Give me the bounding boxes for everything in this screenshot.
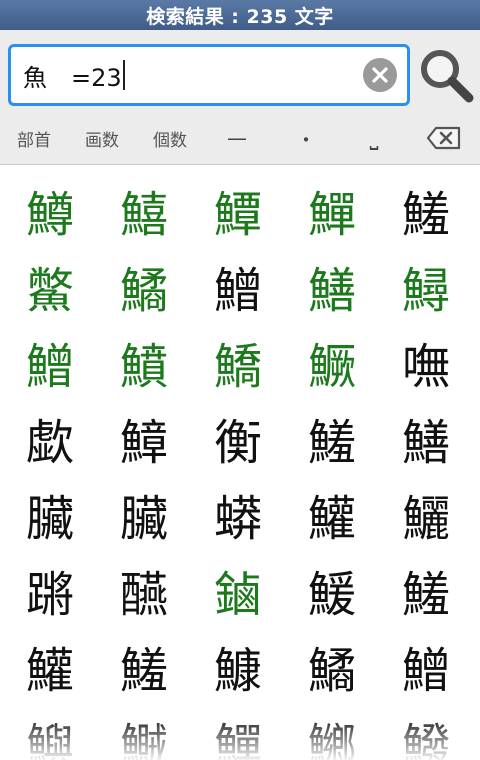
- result-kanji[interactable]: 歔: [2, 400, 98, 476]
- input-toolbar: 部首 画数 個数 — ・ ⎵: [0, 115, 480, 165]
- magnifier-icon: [421, 50, 474, 103]
- result-kanji[interactable]: 鱡: [96, 704, 192, 760]
- result-kanji[interactable]: 鱔: [284, 248, 380, 324]
- result-kanji[interactable]: 鱔: [378, 400, 474, 476]
- clear-button[interactable]: [363, 58, 397, 92]
- result-kanji[interactable]: 鱏: [190, 172, 286, 248]
- title-bar: 検索結果 : 235 文字: [0, 0, 480, 30]
- result-kanji[interactable]: 嘸: [378, 324, 474, 400]
- result-kanji[interactable]: 鱍: [378, 704, 474, 760]
- result-kanji[interactable]: 衡: [190, 400, 286, 476]
- result-kanji[interactable]: 鱺: [378, 476, 474, 552]
- dash-label: —: [227, 126, 247, 150]
- clear-icon: [372, 67, 388, 83]
- space-key[interactable]: ⎵: [348, 115, 400, 161]
- result-kanji[interactable]: 鱎: [190, 324, 286, 400]
- result-kanji[interactable]: 鰀: [284, 552, 380, 628]
- result-kanji[interactable]: 鱃: [284, 400, 380, 476]
- space-label: ⎵: [369, 125, 379, 151]
- search-query: 魚 =23: [23, 47, 125, 103]
- result-grid: 鱒鱚鱏鱓鱃鱉鱊鱛鱔鱘鱛鱝鱎鱖嘸歔鱆衡鱃鱔臟臟蟒鱹鱺蹡醼鏀鰀鱃鱹鱃鱇鱊鱛鱮鱡鱓鱜鱍: [0, 170, 480, 760]
- dot-label: ・: [296, 127, 316, 152]
- result-kanji[interactable]: 鱃: [96, 628, 192, 704]
- result-kanji[interactable]: 鱹: [284, 476, 380, 552]
- dot-key[interactable]: ・: [282, 115, 330, 161]
- result-kanji[interactable]: 蟒: [190, 476, 286, 552]
- result-kanji[interactable]: 鱃: [378, 172, 474, 248]
- search-input[interactable]: 魚 =23: [8, 44, 410, 106]
- result-kanji[interactable]: 鱝: [96, 324, 192, 400]
- result-kanji[interactable]: 鱒: [2, 172, 98, 248]
- result-kanji[interactable]: 鱆: [96, 400, 192, 476]
- result-kanji[interactable]: 鱮: [2, 704, 98, 760]
- result-kanji[interactable]: 蹡: [2, 552, 98, 628]
- result-kanji[interactable]: 鱘: [378, 248, 474, 324]
- result-kanji[interactable]: 鱓: [190, 704, 286, 760]
- bushu-label: 部首: [17, 130, 51, 151]
- kakusu-button[interactable]: 画数: [74, 115, 130, 161]
- result-kanji[interactable]: 臟: [96, 476, 192, 552]
- search-button[interactable]: [416, 44, 476, 106]
- result-count-title: 検索結果 : 235 文字: [146, 5, 334, 28]
- result-kanji[interactable]: 鱛: [378, 628, 474, 704]
- kosu-button[interactable]: 個数: [142, 115, 198, 161]
- dash-key[interactable]: —: [212, 115, 262, 161]
- backspace-button[interactable]: [418, 115, 470, 161]
- result-kanji[interactable]: 鱊: [284, 628, 380, 704]
- backspace-icon: [426, 126, 461, 150]
- result-kanji[interactable]: 鱇: [190, 628, 286, 704]
- result-kanji[interactable]: 鱛: [2, 324, 98, 400]
- result-kanji[interactable]: 鱖: [284, 324, 380, 400]
- result-kanji[interactable]: 醼: [96, 552, 192, 628]
- result-kanji[interactable]: 臟: [2, 476, 98, 552]
- result-kanji[interactable]: 鱛: [190, 248, 286, 324]
- kakusu-label: 画数: [85, 130, 119, 151]
- result-kanji[interactable]: 鱚: [96, 172, 192, 248]
- result-kanji[interactable]: 鱊: [96, 248, 192, 324]
- result-kanji[interactable]: 鱃: [378, 552, 474, 628]
- search-bar: 魚 =23: [0, 30, 480, 115]
- bushu-button[interactable]: 部首: [6, 115, 62, 161]
- result-kanji[interactable]: 鏀: [190, 552, 286, 628]
- result-kanji[interactable]: 鱉: [2, 248, 98, 324]
- result-kanji[interactable]: 鱹: [2, 628, 98, 704]
- kosu-label: 個数: [153, 130, 187, 151]
- result-kanji[interactable]: 鱓: [284, 172, 380, 248]
- text-caret: [122, 60, 125, 90]
- result-kanji[interactable]: 鱜: [284, 704, 380, 760]
- search-query-text: 魚 =23: [23, 63, 122, 92]
